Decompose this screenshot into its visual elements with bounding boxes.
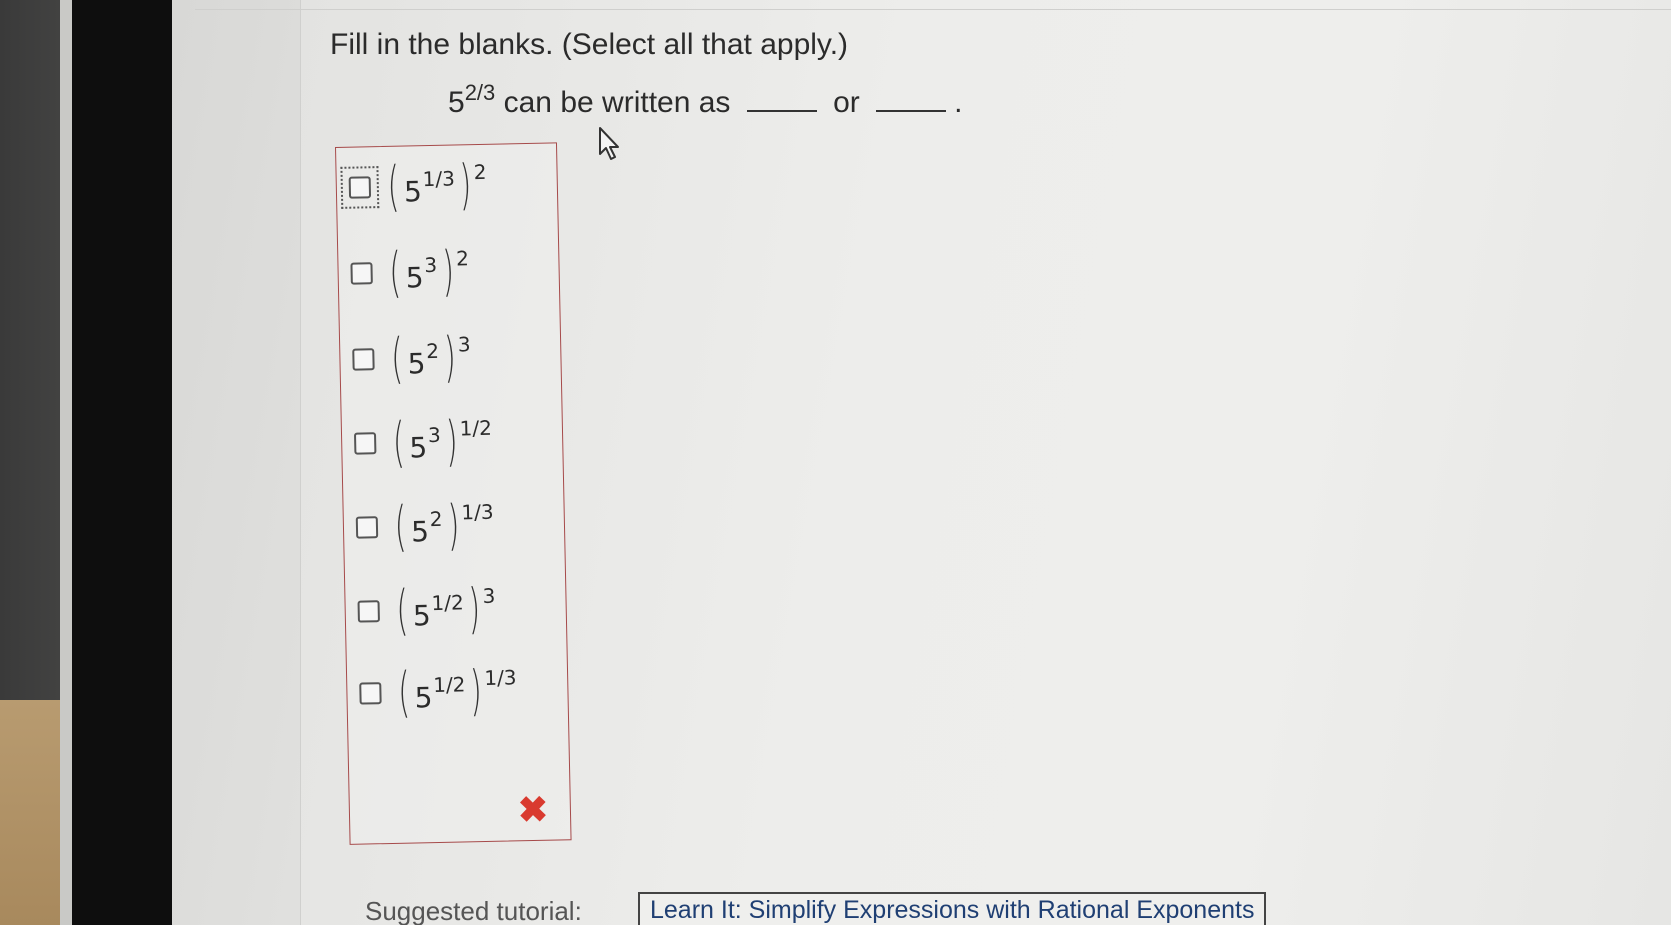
option-row-3[interactable]: (5 2) 3 [348,325,472,390]
question-base: 5 [448,86,465,119]
inner-base: 5 [414,680,433,714]
inner-base: 5 [407,346,426,381]
right-paren: ) [458,153,472,217]
option-checkbox[interactable] [352,348,375,371]
option-row-4[interactable]: (5 3) 1/2 [350,409,493,474]
inner-exponent: 3 [424,252,438,277]
question-text: can be written as [503,86,731,119]
option-checkbox[interactable] [357,600,380,623]
option-checkbox-wrap[interactable] [352,510,383,545]
top-divider [195,0,1671,10]
instructions-text: Fill in the blanks. (Select all that app… [330,28,849,61]
right-paren: ) [467,577,481,641]
inner-exponent: 2 [429,506,443,531]
left-paren: ( [397,660,411,724]
option-checkbox-wrap[interactable] [348,342,379,377]
outer-exponent: 3 [457,332,471,357]
option-expression: (5 1/2) 1/3 [393,659,517,724]
suggested-tutorial-label: Suggested tutorial: [365,896,582,925]
option-expression: (5 2) 3 [386,325,472,390]
incorrect-x-icon: ✖ [517,788,549,831]
option-checkbox-wrap[interactable] [353,594,384,629]
answer-blank-2 [876,90,947,112]
option-checkbox[interactable] [353,432,377,455]
inner-exponent: 1/2 [431,589,464,615]
option-row-1[interactable]: (5 1/3) 2 [340,153,487,218]
option-checkbox-wrap[interactable] [350,426,381,461]
inner-base: 5 [410,514,430,548]
option-expression: (5 1/2) 3 [391,577,496,642]
option-checkbox-wrap[interactable] [340,166,380,209]
outer-exponent: 2 [455,246,470,271]
option-checkbox[interactable] [355,516,379,539]
outer-exponent: 1/2 [459,415,493,441]
inner-power: 5 1/2 [412,588,464,632]
option-expression: (5 2) 1/3 [389,493,494,558]
mouse-pointer-icon [599,127,619,160]
monitor-edge [60,0,72,925]
option-expression: (5 3) 1/2 [388,409,493,474]
option-expression: (5 3) 2 [384,239,470,304]
right-paren: ) [446,493,460,557]
inner-exponent: 2 [425,338,440,363]
inner-base: 5 [405,260,424,295]
left-paren: ( [386,154,400,218]
option-checkbox-wrap[interactable] [346,256,377,291]
inner-power: 53 [405,250,437,294]
option-checkbox-wrap[interactable] [355,676,386,711]
inner-power: 5 1/3 [403,164,455,208]
inner-base: 5 [403,174,423,209]
option-checkbox[interactable] [348,176,372,199]
tutorial-link-button[interactable]: Learn It: Simplify Expressions with Rati… [638,892,1267,925]
option-checkbox[interactable] [350,262,373,285]
left-paren: ( [392,410,406,474]
inner-exponent: 1/3 [422,166,456,191]
question-end: . [954,86,963,119]
inner-exponent: 1/2 [432,671,466,697]
inner-exponent: 3 [427,422,441,447]
inner-power: 5 1/2 [414,670,466,714]
option-row-2[interactable]: (5 3) 2 [346,239,470,304]
inner-power: 52 [411,504,443,548]
outer-exponent: 3 [482,583,496,609]
option-row-7[interactable]: (5 1/2) 1/3 [355,659,518,724]
answer-options-box: (5 1/3) 2(5 3) 2(5 2) 3(5 3) 1/2(5 2) 1/3(5 1/2) 3(5… [335,142,572,845]
inner-base: 5 [409,430,428,465]
question-connector: or [833,86,860,119]
question-prompt: 52/3 can be written as or . [448,80,963,120]
left-paren: ( [388,240,402,304]
left-paren: ( [395,578,409,642]
inner-power: 53 [409,420,441,464]
inner-power: 52 [407,336,439,380]
inner-base: 5 [412,598,432,632]
left-paren: ( [394,494,407,558]
option-checkbox[interactable] [359,682,382,705]
question-exponent: 2/3 [464,80,496,105]
answer-blank-1 [746,90,817,112]
left-paren: ( [390,326,404,390]
outer-exponent: 2 [473,159,487,185]
option-row-5[interactable]: (5 2) 1/3 [351,493,494,558]
right-paren: ) [443,325,457,389]
outer-exponent: 1/3 [461,499,494,525]
option-expression: (5 1/3) 2 [382,153,487,218]
outer-exponent: 1/3 [484,665,517,690]
option-row-6[interactable]: (5 1/2) 3 [353,577,496,642]
right-paren: ) [441,239,455,303]
monitor-bezel [72,0,172,925]
right-paren: ) [469,659,483,723]
right-paren: ) [444,409,458,473]
